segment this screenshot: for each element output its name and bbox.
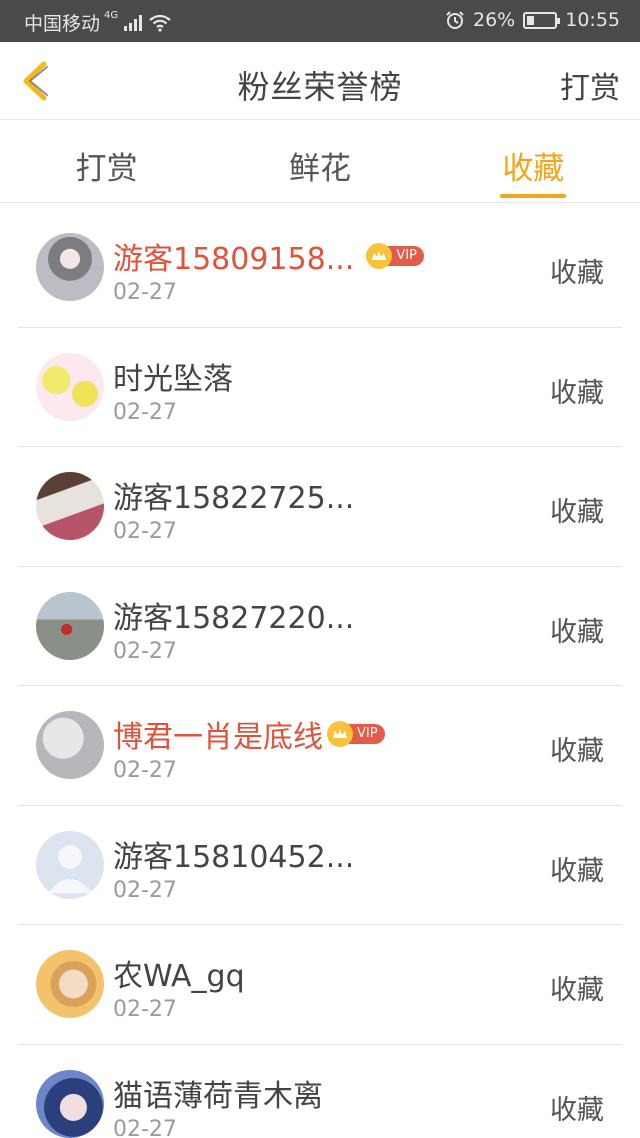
action-label: 收藏 [550, 1094, 604, 1126]
list-item[interactable]: 农WA_gq 02-27 收藏 [18, 925, 622, 1045]
user-name-text: 游客15810452... [113, 839, 355, 875]
date-label: 02-27 [113, 519, 177, 544]
wifi-icon [149, 14, 171, 32]
clock: 10:55 [565, 9, 620, 31]
action-label: 收藏 [550, 975, 604, 1006]
action-label: 收藏 [550, 616, 604, 648]
fan-list: 游客15809158... VIP 02-27 收藏 时光坠落 02-27 收藏… [18, 208, 622, 1138]
list-item[interactable]: 游客15809158... VIP 02-27 收藏 [18, 208, 622, 328]
battery-icon [523, 11, 561, 29]
avatar[interactable] [36, 711, 104, 779]
user-name: 游客15827220... [113, 593, 354, 637]
page-title: 粉丝荣誉榜 [237, 68, 403, 106]
user-name: 游客15809158... VIP [113, 234, 424, 278]
avatar[interactable] [36, 472, 104, 540]
user-name-text: 游客15822725... [113, 481, 355, 516]
nav-header: 粉丝荣誉榜 打赏 [0, 42, 640, 120]
user-name-text: 时光坠落 [113, 361, 233, 397]
user-name: 农WA_gq [113, 951, 245, 995]
avatar[interactable] [36, 233, 104, 301]
vip-badge: VIP [366, 243, 424, 269]
default-avatar-icon [48, 844, 92, 893]
list-item[interactable]: 猫语薄荷青木离 02-27 收藏 [18, 1045, 622, 1138]
action-label: 收藏 [550, 736, 604, 767]
date-label: 02-27 [113, 877, 177, 903]
tab-bar: 打赏 鲜花 收藏 [0, 121, 640, 203]
date-label: 02-27 [113, 638, 177, 664]
tab-flowers[interactable]: 鲜花 [213, 121, 426, 202]
battery-percent: 26% [473, 9, 516, 31]
reward-button[interactable]: 打赏 [560, 63, 620, 107]
date-label: 02-27 [113, 280, 177, 305]
network-type: 4G [104, 10, 119, 21]
user-name-text: 农WA_gq [113, 959, 245, 994]
vip-badge: VIP [327, 721, 385, 747]
user-name: 时光坠落 [113, 354, 233, 398]
action-label: 收藏 [550, 497, 604, 528]
avatar[interactable] [36, 352, 104, 421]
tab-label: 收藏 [502, 151, 565, 187]
list-item[interactable]: 游客15810452... 02-27 收藏 [18, 806, 622, 925]
action-label: 收藏 [550, 377, 604, 409]
tab-label: 打赏 [75, 151, 138, 187]
user-name-text: 游客15827220... [113, 600, 355, 636]
list-item[interactable]: 游客15827220... 02-27 收藏 [18, 567, 622, 686]
tab-reward[interactable]: 打赏 [0, 121, 213, 202]
tab-label: 鲜花 [288, 151, 351, 187]
signal-icon [124, 14, 143, 31]
user-name: 游客15810452... [113, 832, 354, 876]
user-name: 猫语薄荷青木离 [113, 1071, 323, 1115]
action-label: 收藏 [550, 855, 604, 887]
date-label: 02-27 [113, 399, 177, 425]
alarm-icon [446, 11, 464, 29]
user-name: 游客15822725... [113, 473, 354, 517]
carrier-label: 中国移动 [24, 13, 101, 35]
action-label: 收藏 [550, 258, 604, 289]
user-name-text: 猫语薄荷青木离 [113, 1078, 323, 1114]
date-label: 02-27 [113, 1116, 177, 1138]
user-name-text: 游客15809158... [113, 242, 355, 277]
status-bar: 中国移动 4G 26% 10:55 [0, 0, 640, 42]
avatar[interactable] [36, 830, 104, 899]
avatar[interactable] [36, 950, 104, 1018]
avatar[interactable] [36, 1069, 104, 1138]
avatar[interactable] [36, 591, 104, 660]
list-item[interactable]: 游客15822725... 02-27 收藏 [18, 447, 622, 567]
tab-favorites[interactable]: 收藏 [427, 121, 640, 202]
user-name-text: 博君一肖是底线 [113, 720, 323, 755]
list-item[interactable]: 时光坠落 02-27 收藏 [18, 328, 622, 447]
date-label: 02-27 [113, 758, 177, 783]
active-tab-indicator [500, 194, 567, 198]
date-label: 02-27 [113, 997, 177, 1022]
crown-icon [327, 721, 353, 747]
list-item[interactable]: 博君一肖是底线 VIP 02-27 收藏 [18, 686, 622, 806]
user-name: 博君一肖是底线 VIP [113, 712, 385, 756]
